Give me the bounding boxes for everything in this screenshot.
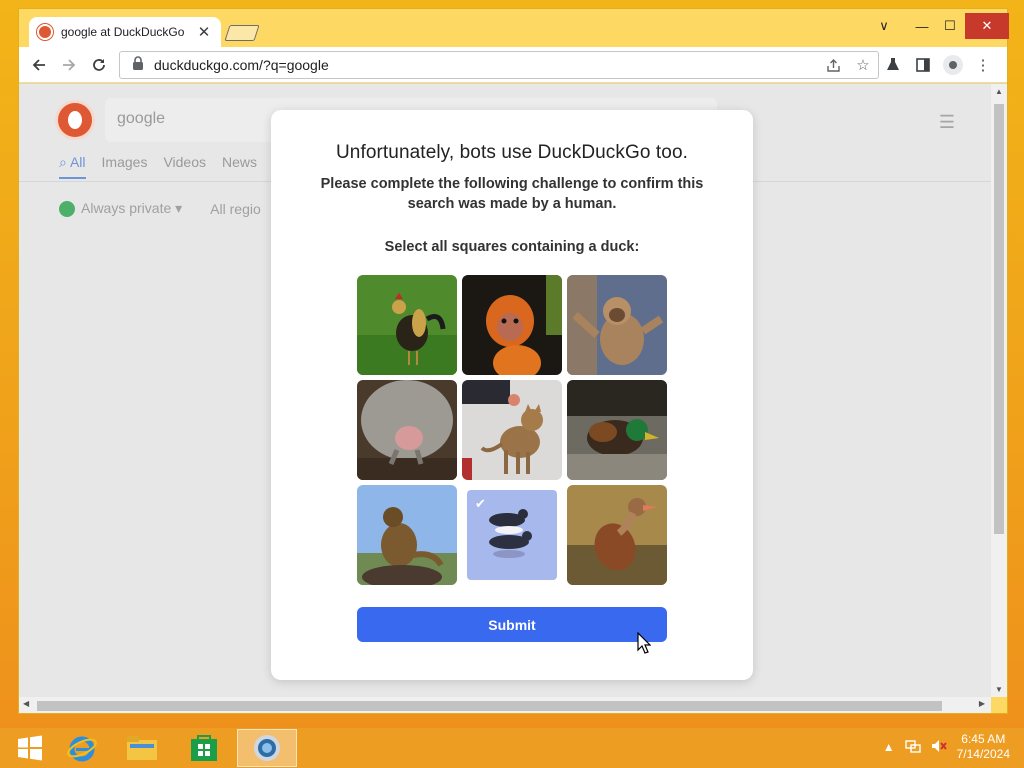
scroll-down-icon[interactable]: ▼ xyxy=(991,685,1007,694)
duckduckgo-favicon-icon xyxy=(37,24,53,40)
star-icon[interactable]: ☆ xyxy=(848,52,878,78)
kangaroo-image xyxy=(357,380,457,480)
browser-tab[interactable]: google at DuckDuckGo ✕ xyxy=(29,17,221,47)
search-query-text: google xyxy=(117,110,166,127)
checkmark-icon: ✔ xyxy=(475,496,486,511)
tab-title: google at DuckDuckGo xyxy=(61,25,185,39)
windows-taskbar: ▲ 6:45 AM 7/14/2024 xyxy=(0,728,1024,768)
new-tab-button[interactable] xyxy=(224,25,260,41)
sidepanel-icon[interactable] xyxy=(909,51,937,79)
captcha-tile-orange-monkey[interactable] xyxy=(462,275,562,375)
tab-strip: google at DuckDuckGo ✕ ∨ — ☐ ✕ xyxy=(19,9,1009,47)
search-tabs: ⌕ All Images Videos News xyxy=(59,154,257,179)
volume-muted-icon[interactable] xyxy=(931,739,947,756)
horizontal-scroll-thumb[interactable] xyxy=(37,701,942,711)
tab-close-icon[interactable]: ✕ xyxy=(195,23,213,41)
horizontal-scrollbar[interactable]: ◀ ▶ xyxy=(19,697,991,713)
browser-toolbar: duckduckgo.com/?q=google ☆ ⋮ xyxy=(19,47,1007,83)
profile-icon[interactable] xyxy=(939,51,967,79)
hamburger-menu-icon[interactable]: ☰ xyxy=(939,112,955,133)
duckduckgo-logo[interactable] xyxy=(55,100,95,140)
tab-images[interactable]: Images xyxy=(102,154,148,179)
captcha-image-grid: ✔ xyxy=(357,275,667,585)
tab-videos[interactable]: Videos xyxy=(163,154,206,179)
mallard-duck-image xyxy=(567,380,667,480)
page-viewport: google ☰ ⌕ All Images Videos News Always… xyxy=(19,84,991,697)
monkey-on-rock-image xyxy=(357,485,457,585)
captcha-tile-ducks-selected[interactable]: ✔ xyxy=(462,485,562,585)
back-icon[interactable] xyxy=(25,51,53,79)
store-icon[interactable] xyxy=(174,729,234,767)
show-hidden-icons-icon[interactable]: ▲ xyxy=(883,740,895,754)
browser-window: google at DuckDuckGo ✕ ∨ — ☐ ✕ duckduckg… xyxy=(18,8,1009,714)
close-button[interactable]: ✕ xyxy=(965,13,1009,39)
captcha-tile-whistling-duck[interactable] xyxy=(567,485,667,585)
share-icon[interactable] xyxy=(818,52,848,78)
scroll-left-icon[interactable]: ◀ xyxy=(23,699,29,708)
captcha-tile-gibbon[interactable] xyxy=(567,275,667,375)
captcha-instruction: Select all squares containing a duck: xyxy=(384,239,640,255)
network-icon[interactable] xyxy=(904,739,921,756)
reload-icon[interactable] xyxy=(85,51,113,79)
address-bar[interactable]: duckduckgo.com/?q=google ☆ xyxy=(119,51,879,79)
start-icon[interactable] xyxy=(0,729,60,767)
orange-monkey-image xyxy=(462,275,562,375)
maximize-button[interactable]: ☐ xyxy=(933,13,967,39)
mouse-cursor-icon xyxy=(637,632,651,654)
internet-explorer-icon[interactable] xyxy=(52,729,112,767)
rooster-image xyxy=(357,275,457,375)
lock-icon[interactable] xyxy=(132,55,144,75)
tab-all[interactable]: ⌕ All xyxy=(59,154,86,179)
scroll-up-icon[interactable]: ▲ xyxy=(991,87,1007,96)
region-filter[interactable]: All regio xyxy=(210,201,261,217)
clock-date: 7/14/2024 xyxy=(956,747,1010,761)
tab-news[interactable]: News xyxy=(222,154,257,179)
search-icon: ⌕ xyxy=(59,154,70,170)
search-filters: Always private ▾ All regio xyxy=(59,200,261,218)
vertical-scroll-thumb[interactable] xyxy=(994,104,1004,534)
system-clock[interactable]: 6:45 AM 7/14/2024 xyxy=(957,732,1010,762)
check-circle-icon xyxy=(59,201,75,218)
gibbon-image xyxy=(567,275,667,375)
whistling-duck-image xyxy=(567,485,667,585)
captcha-title: Unfortunately, bots use DuckDuckGo too. xyxy=(335,142,689,163)
tab-search-chevron-icon[interactable]: ∨ xyxy=(867,13,901,39)
always-private-filter[interactable]: Always private ▾ xyxy=(59,200,182,218)
vertical-scrollbar[interactable]: ▲ ▼ xyxy=(991,84,1007,697)
extension-icon[interactable] xyxy=(879,51,907,79)
chrome-icon[interactable] xyxy=(237,729,297,767)
captcha-tile-kangaroo[interactable] xyxy=(357,380,457,480)
captcha-tile-rooster[interactable] xyxy=(357,275,457,375)
captcha-dialog: Unfortunately, bots use DuckDuckGo too. … xyxy=(271,110,753,680)
captcha-subtitle: Please complete the following challenge … xyxy=(320,176,704,212)
submit-button[interactable]: Submit xyxy=(357,607,667,642)
system-tray: ▲ 6:45 AM 7/14/2024 xyxy=(883,732,1010,762)
captcha-tile-mallard-duck[interactable] xyxy=(567,380,667,480)
captcha-tile-cat[interactable] xyxy=(462,380,562,480)
kebab-menu-icon[interactable]: ⋮ xyxy=(969,51,997,79)
file-explorer-icon[interactable] xyxy=(112,729,172,767)
cat-image xyxy=(462,380,562,480)
scroll-right-icon[interactable]: ▶ xyxy=(979,699,985,708)
clock-time: 6:45 AM xyxy=(961,732,1006,746)
url-text[interactable]: duckduckgo.com/?q=google xyxy=(154,57,818,73)
forward-icon[interactable] xyxy=(55,51,83,79)
captcha-tile-monkey-on-rock[interactable] xyxy=(357,485,457,585)
avatar xyxy=(943,55,963,75)
